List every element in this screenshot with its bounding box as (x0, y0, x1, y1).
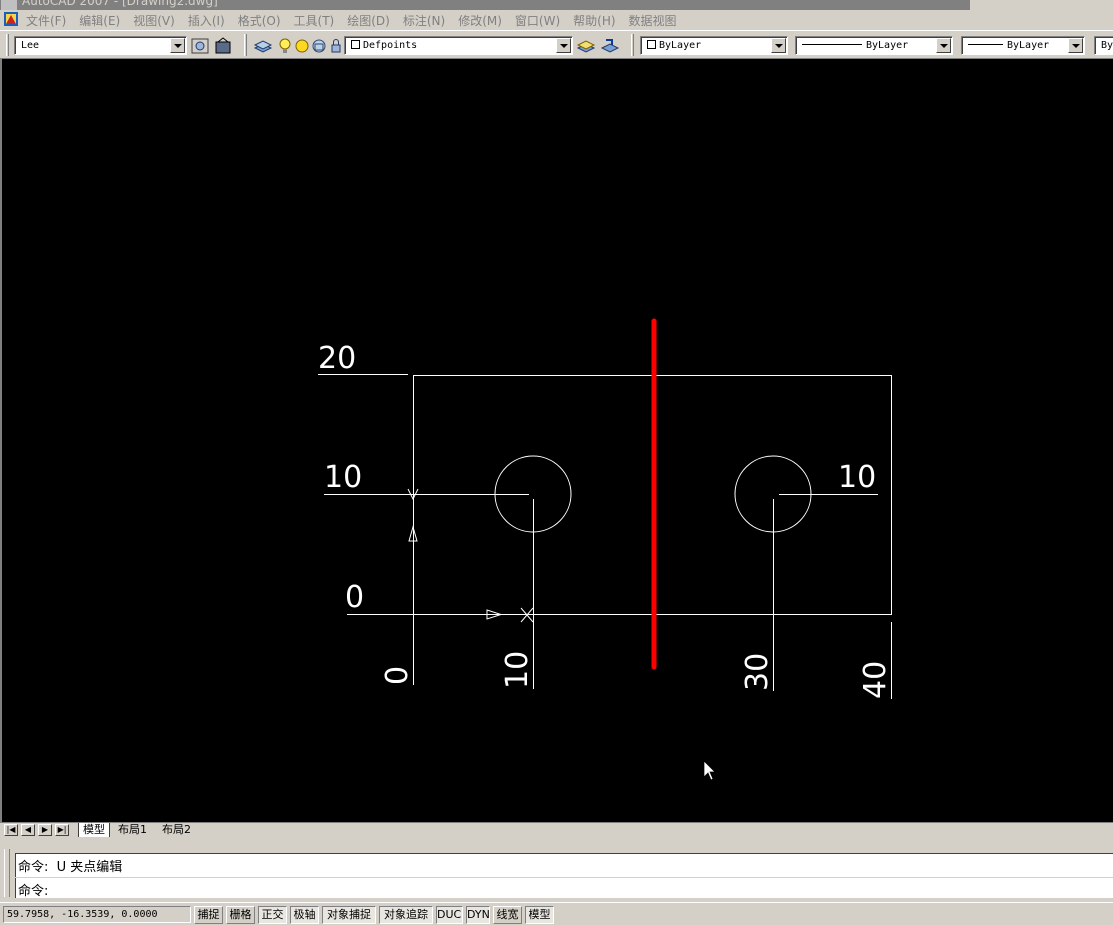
chevron-down-icon[interactable] (556, 38, 571, 53)
toolbar-grip[interactable] (6, 34, 9, 56)
linetype-value: ByLayer (802, 40, 908, 51)
command-history-text: 命令: U 夹点编辑 (18, 860, 123, 875)
properties-toolbar: Lee Defpoints ByLayer ByLayer ByLayer By (0, 30, 1113, 59)
color-swatch (647, 40, 656, 49)
toolbar-grip[interactable] (631, 34, 634, 56)
tab-layout2[interactable]: 布局2 (158, 823, 195, 837)
workspace-save-icon[interactable] (213, 36, 233, 56)
layer-on-bulb-icon[interactable] (278, 36, 292, 56)
menu-list: 文件(F) 编辑(E) 视图(V) 插入(I) 格式(O) 工具(T) 绘图(D… (26, 12, 690, 29)
linetype-name: ByLayer (866, 40, 909, 51)
menu-insert[interactable]: 插入(I) (188, 12, 225, 29)
mouse-pointer-icon (703, 760, 716, 781)
menu-format[interactable]: 格式(O) (238, 12, 281, 29)
layer-manager-icon[interactable] (253, 36, 273, 56)
color-value: ByLayer (647, 40, 701, 51)
coordinate-readout[interactable]: 59.7958, -16.3539, 0.0000 (3, 906, 191, 923)
label-y10-right: 10 (838, 460, 876, 495)
osnap-toggle[interactable]: 对象捕捉 (322, 906, 376, 924)
ducs-toggle[interactable]: DUCS (436, 906, 463, 924)
autocad-app-icon[interactable] (1, 0, 17, 10)
last-tab-button[interactable]: ▶| (55, 824, 69, 836)
layer-value: Defpoints (351, 40, 417, 51)
workspace-value: Lee (21, 40, 40, 51)
label-x40: 40 (858, 661, 893, 699)
lineweight-value: ByLayer (968, 40, 1049, 51)
dyn-toggle[interactable]: DYN (466, 906, 490, 924)
label-x0: 0 (380, 666, 415, 685)
menu-edit[interactable]: 编辑(E) (79, 12, 120, 29)
menu-window[interactable]: 窗口(W) (515, 12, 560, 29)
status-bar: 59.7958, -16.3539, 0.0000 捕捉 栅格 正交 极轴 对象… (0, 902, 1113, 925)
menu-help[interactable]: 帮助(H) (573, 12, 615, 29)
toolbar-grip[interactable] (244, 34, 247, 56)
command-history: 命令: U 夹点编辑 (15, 853, 1113, 877)
layout-tab-strip: |◀ ◀ ▶ ▶| 模型 布局1 布局2 (0, 822, 1113, 837)
window-title: AutoCAD 2007 - [Drawing2.dwg] (22, 0, 218, 8)
menu-data-view[interactable]: 数据视图 (629, 12, 677, 29)
snap-toggle[interactable]: 捕捉 (194, 906, 223, 924)
menu-file[interactable]: 文件(F) (26, 12, 66, 29)
chevron-down-icon[interactable] (170, 38, 185, 53)
grid-toggle[interactable]: 栅格 (226, 906, 255, 924)
plotstyle-value: By (1101, 40, 1113, 51)
command-prompt: 命令: (18, 884, 49, 899)
color-select[interactable]: ByLayer (640, 36, 788, 55)
lineweight-sample (968, 44, 1003, 45)
drawing-canvas[interactable]: 20 10 10 0 0 10 30 40 (0, 59, 1113, 822)
lineweight-select[interactable]: ByLayer (961, 36, 1085, 55)
layer-previous-icon[interactable] (600, 36, 620, 56)
layer-viewport-icon[interactable] (311, 36, 327, 56)
color-name: ByLayer (659, 40, 702, 51)
menu-draw[interactable]: 绘图(D) (347, 12, 390, 29)
first-tab-button[interactable]: |◀ (4, 824, 18, 836)
layer-color-swatch (351, 40, 360, 49)
label-y-top: 20 (318, 341, 356, 376)
prev-tab-button[interactable]: ◀ (21, 824, 35, 836)
lineweight-name: ByLayer (1007, 40, 1050, 51)
document-icon[interactable] (3, 11, 19, 27)
chevron-down-icon[interactable] (1068, 38, 1083, 53)
label-y0: 0 (345, 580, 364, 615)
otrack-toggle[interactable]: 对象追踪 (379, 906, 433, 924)
tab-model[interactable]: 模型 (78, 823, 110, 837)
make-object-layer-current-icon[interactable] (576, 36, 596, 56)
layer-name: Defpoints (363, 40, 418, 51)
chevron-down-icon[interactable] (771, 38, 786, 53)
label-x30: 30 (740, 653, 775, 691)
drawing-svg[interactable]: 20 10 10 0 0 10 30 40 (2, 59, 1113, 822)
lineweight-toggle[interactable]: 线宽 (493, 906, 522, 924)
label-y10-left: 10 (324, 460, 362, 495)
menu-view[interactable]: 视图(V) (133, 12, 175, 29)
command-input[interactable]: 命令: (15, 878, 1113, 899)
plotstyle-select[interactable]: By (1094, 36, 1113, 55)
title-bar: AutoCAD 2007 - [Drawing2.dwg] (0, 0, 970, 10)
ortho-toggle[interactable]: 正交 (258, 906, 287, 924)
next-tab-button[interactable]: ▶ (38, 824, 52, 836)
menu-tools[interactable]: 工具(T) (294, 12, 335, 29)
layer-select[interactable]: Defpoints (344, 36, 573, 55)
layer-lock-icon[interactable] (330, 36, 342, 56)
model-toggle[interactable]: 模型 (525, 906, 554, 924)
linetype-sample (802, 44, 862, 45)
layer-freeze-sun-icon[interactable] (294, 36, 310, 56)
linetype-select[interactable]: ByLayer (795, 36, 953, 55)
workspace-select[interactable]: Lee (14, 36, 187, 55)
command-window-grip[interactable] (4, 849, 10, 897)
menu-bar: 文件(F) 编辑(E) 视图(V) 插入(I) 格式(O) 工具(T) 绘图(D… (0, 10, 1113, 30)
polar-toggle[interactable]: 极轴 (290, 906, 319, 924)
menu-dimension[interactable]: 标注(N) (403, 12, 445, 29)
menu-modify[interactable]: 修改(M) (458, 12, 502, 29)
tab-layout1[interactable]: 布局1 (114, 823, 151, 837)
workspace-settings-icon[interactable] (190, 36, 210, 56)
command-window: 命令: U 夹点编辑 命令: (0, 837, 1113, 902)
label-x10: 10 (500, 651, 535, 689)
chevron-down-icon[interactable] (936, 38, 951, 53)
